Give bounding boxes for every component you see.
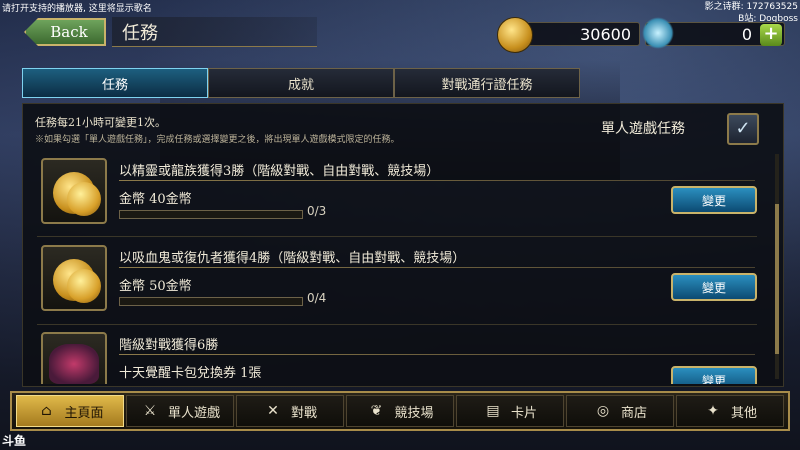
mission-item: 階級對戰獲得6勝 十天覺醒卡包兌換券 1張 變更 [37, 326, 773, 384]
gold-counter: 30600 [497, 17, 640, 53]
bottom-navigation: ⌂ 主頁面 ⚔ 單人遊戲 ✕ 對戰 ❦ 競技場 ▤ 卡片 ◎ 商店 ✦ 其他 [10, 391, 790, 431]
nav-arena[interactable]: ❦ 競技場 [346, 395, 454, 427]
page-title: 任務 [112, 17, 317, 47]
crystal-counter: 0 + [642, 17, 785, 49]
mission-progress-text: 0/3 [307, 204, 327, 218]
mission-item: 以吸血鬼或復仇者獲得4勝（階級對戰、自由對戰、競技場） 金幣 50金幣 0/4 … [37, 239, 773, 319]
home-icon: ⌂ [41, 403, 52, 419]
stream-overlay-group: 影之诗群: 172763525 [704, 2, 798, 12]
nav-cards[interactable]: ▤ 卡片 [456, 395, 564, 427]
nav-single-player[interactable]: ⚔ 單人遊戲 [126, 395, 234, 427]
mission-item: 以精靈或龍族獲得3勝（階級對戰、自由對戰、競技場） 金幣 40金幣 0/3 變更 [37, 152, 773, 232]
gold-coins-icon [41, 245, 107, 311]
mission-divider [119, 180, 755, 181]
douyu-logo: 斗鱼 [2, 434, 27, 448]
crystal-icon [642, 17, 674, 49]
tab-achievements[interactable]: 成就 [208, 68, 394, 98]
solo-mission-checkbox[interactable]: ✓ [727, 113, 759, 145]
mission-divider [119, 267, 755, 268]
nav-label: 其他 [730, 405, 757, 421]
nav-label: 主頁面 [64, 405, 104, 421]
shop-icon: ◎ [596, 403, 610, 419]
crossed-swords-icon: ✕ [267, 403, 279, 419]
mission-change-info: 任務每21小時可變更1次。 [35, 116, 166, 129]
gold-amount: 30600 [580, 24, 631, 44]
other-icon: ✦ [707, 403, 719, 419]
tab-battle-pass-missions[interactable]: 對戰通行證任務 [394, 68, 580, 98]
gold-coins-icon [41, 158, 107, 224]
back-button[interactable]: Back [24, 18, 106, 46]
change-mission-button[interactable]: 變更 [671, 366, 757, 384]
nav-label: 對戰 [290, 405, 317, 421]
single-player-icon: ⚔ [143, 403, 157, 419]
row-divider [37, 236, 757, 237]
mission-progress-bar [119, 210, 303, 219]
arena-wreath-icon: ❦ [370, 403, 383, 419]
nav-label: 單人遊戲 [167, 405, 220, 421]
mission-reward: 十天覺醒卡包兌換券 1張 [119, 366, 262, 381]
solo-mission-label: 單人遊戲任務 [601, 121, 685, 137]
change-mission-button[interactable]: 變更 [671, 186, 757, 214]
nav-other[interactable]: ✦ 其他 [676, 395, 784, 427]
check-icon: ✓ [735, 118, 751, 139]
nav-label: 競技場 [394, 405, 434, 421]
solo-mission-note: ※如果勾選「單人遊戲任務」，完成任務或選擇變更之後，將出現單人遊戲模式限定的任務… [35, 135, 400, 145]
crystal-amount: 0 [741, 24, 752, 44]
add-crystal-button[interactable]: + [760, 24, 782, 46]
nav-shop[interactable]: ◎ 商店 [566, 395, 674, 427]
mission-progress-text: 0/4 [307, 291, 327, 305]
mission-title: 階級對戰獲得6勝 [119, 338, 219, 353]
mission-progress-bar [119, 297, 303, 306]
row-divider [37, 324, 757, 325]
mission-title: 以吸血鬼或復仇者獲得4勝（階級對戰、自由對戰、競技場） [119, 251, 466, 266]
nav-label: 商店 [620, 405, 647, 421]
tab-missions[interactable]: 任務 [22, 68, 208, 98]
mission-reward: 金幣 40金幣 [119, 192, 192, 207]
cards-icon: ▤ [486, 403, 500, 419]
scrollbar-thumb[interactable] [775, 204, 779, 354]
mission-divider [119, 354, 755, 355]
mission-panel: 任務每21小時可變更1次。 ※如果勾選「單人遊戲任務」，完成任務或選擇變更之後，… [22, 103, 784, 387]
nav-home[interactable]: ⌂ 主頁面 [16, 395, 124, 427]
mission-tabs: 任務 成就 對戰通行證任務 [22, 68, 580, 98]
nav-label: 卡片 [510, 405, 537, 421]
stream-overlay-song: 请打开支持的播放器, 这里将显示歌名 [2, 4, 152, 14]
gold-coin-icon [497, 17, 533, 53]
card-pack-ticket-icon [41, 332, 107, 384]
nav-battle[interactable]: ✕ 對戰 [236, 395, 344, 427]
mission-reward: 金幣 50金幣 [119, 279, 192, 294]
mission-title: 以精靈或龍族獲得3勝（階級對戰、自由對戰、競技場） [119, 164, 440, 179]
change-mission-button[interactable]: 變更 [671, 273, 757, 301]
